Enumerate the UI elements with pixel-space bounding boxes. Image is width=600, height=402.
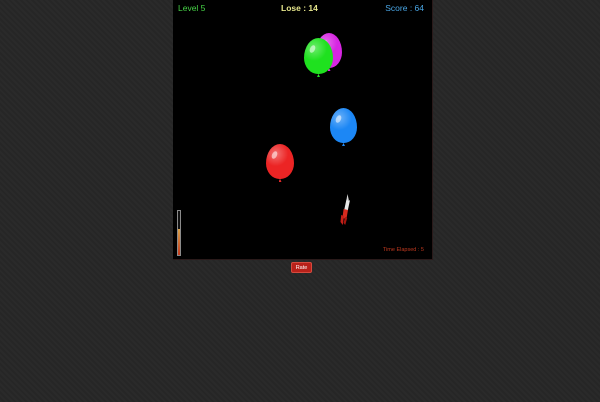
level-label: Level 5 [178,3,206,13]
lose-counter: Lose : 14 [281,3,318,13]
red-balloon[interactable] [266,144,294,179]
power-meter-fill [178,229,180,255]
power-meter [177,210,181,256]
page: Level 5 Lose : 14 Score : 64 Time Elapse… [0,0,600,402]
rate-button[interactable]: Rate [291,262,312,273]
score-counter: Score : 64 [385,3,424,13]
blue-balloon[interactable] [330,108,357,143]
time-elapsed: Time Elapsed : 5 [382,247,424,253]
game-canvas[interactable]: Level 5 Lose : 14 Score : 64 Time Elapse… [173,0,433,260]
green-balloon[interactable] [304,38,333,74]
dart-icon[interactable] [340,194,350,226]
